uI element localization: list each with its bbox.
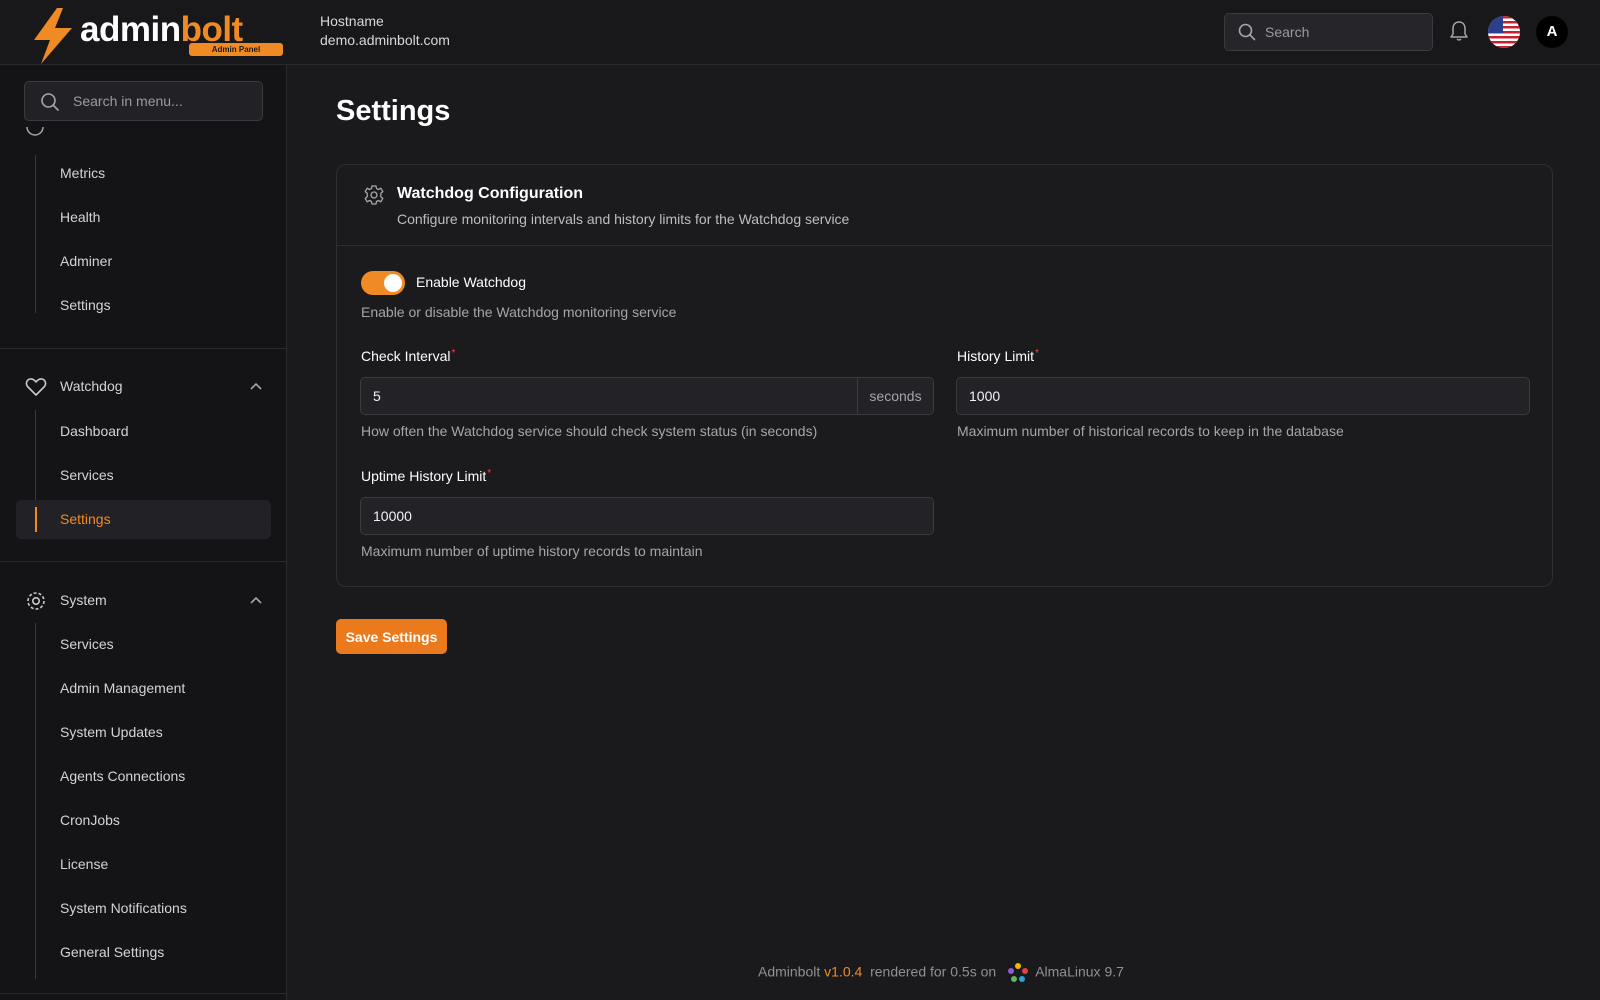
sidebar-group-system-label: System — [60, 592, 107, 608]
check-interval-help: How often the Watchdog service should ch… — [361, 423, 818, 439]
monitor-group-icon — [26, 127, 44, 136]
sidebar-group-watchdog[interactable]: Watchdog — [24, 375, 264, 399]
seconds-suffix: seconds — [857, 378, 933, 414]
sidebar-group-system[interactable]: System — [24, 589, 264, 613]
sidebar-item-cronjobs[interactable]: CronJobs — [60, 812, 120, 828]
active-indicator — [35, 507, 37, 532]
save-settings-button[interactable]: Save Settings — [336, 619, 447, 654]
footer-rendered-text: rendered for 0.5s on — [870, 963, 997, 980]
almalinux-logo-icon — [1008, 963, 1029, 982]
enable-watchdog-help: Enable or disable the Watchdog monitorin… — [361, 304, 677, 320]
sidebar-item-system-services[interactable]: Services — [60, 636, 114, 652]
user-avatar[interactable]: A — [1536, 16, 1568, 48]
sidebar-item-agents-connections[interactable]: Agents Connections — [60, 768, 185, 784]
check-interval-input[interactable] — [373, 378, 843, 414]
check-interval-field[interactable]: seconds — [360, 377, 934, 415]
gear-icon — [27, 592, 45, 610]
hostname-label: Hostname — [320, 13, 384, 29]
history-limit-field[interactable] — [956, 377, 1530, 415]
card-description: Configure monitoring intervals and histo… — [397, 211, 850, 227]
uptime-history-limit-label: Uptime History Limit* — [361, 468, 492, 484]
page-title: Settings — [336, 95, 451, 127]
admin-panel-badge: Admin Panel — [189, 43, 283, 56]
enable-watchdog-toggle[interactable] — [361, 271, 405, 295]
chevron-up-icon[interactable] — [248, 593, 264, 609]
enable-watchdog-label: Enable Watchdog — [416, 274, 526, 290]
heart-icon — [25, 378, 47, 396]
footer-version[interactable]: v1.0.4 — [824, 964, 862, 980]
global-search-input[interactable] — [1265, 14, 1425, 50]
bell-icon[interactable] — [1449, 20, 1469, 42]
hostname-block: Hostname demo.adminbolt.com — [320, 12, 450, 50]
sidebar-item-adminer[interactable]: Adminer — [60, 253, 112, 269]
chevron-up-icon[interactable] — [248, 379, 264, 395]
sidebar-item-admin-management[interactable]: Admin Management — [60, 680, 185, 696]
sidebar-item-health[interactable]: Health — [60, 209, 100, 225]
footer-app-name: Adminbolt — [758, 963, 821, 980]
us-flag-icon[interactable] — [1488, 16, 1520, 48]
uptime-history-limit-help: Maximum number of uptime history records… — [361, 543, 703, 559]
watchdog-config-card: Watchdog Configuration Configure monitor… — [336, 164, 1553, 587]
sidebar-item-license[interactable]: License — [60, 856, 108, 872]
check-interval-label: Check Interval* — [361, 348, 456, 364]
sidebar-item-watchdog-services[interactable]: Services — [60, 467, 114, 483]
sidebar-item-label: Settings — [60, 511, 111, 527]
menu-search[interactable] — [24, 81, 263, 121]
required-mark: * — [451, 348, 456, 359]
sidebar: Metrics Health Adminer Settings Watchdog… — [0, 65, 287, 1000]
sidebar-item-settings[interactable]: Settings — [60, 297, 111, 313]
history-limit-input[interactable] — [969, 378, 1484, 414]
hostname-value: demo.adminbolt.com — [320, 32, 450, 48]
lightning-bolt-icon — [34, 8, 72, 64]
sidebar-divider — [0, 561, 286, 562]
sidebar-item-watchdog-settings[interactable]: Settings — [16, 500, 271, 539]
footer-os: AlmaLinux 9.7 — [1035, 963, 1124, 980]
required-mark: * — [487, 468, 492, 479]
uptime-history-limit-field[interactable] — [360, 497, 934, 535]
card-header: Watchdog Configuration Configure monitor… — [337, 165, 1552, 246]
sidebar-item-system-updates[interactable]: System Updates — [60, 724, 163, 740]
menu-search-input[interactable] — [73, 82, 253, 120]
history-limit-help: Maximum number of historical records to … — [957, 423, 1344, 439]
submenu-line — [35, 623, 36, 979]
search-icon — [41, 93, 59, 111]
required-mark: * — [1035, 348, 1039, 359]
submenu-line — [35, 155, 36, 313]
sidebar-item-watchdog-dashboard[interactable]: Dashboard — [60, 423, 129, 439]
sidebar-item-system-notifications[interactable]: System Notifications — [60, 900, 187, 916]
toggle-knob — [384, 274, 402, 292]
top-bar: adminbolt Admin Panel Hostname demo.admi… — [0, 0, 1600, 65]
sidebar-group-watchdog-label: Watchdog — [60, 378, 123, 394]
search-icon — [1238, 23, 1256, 41]
gear-icon — [364, 185, 384, 205]
history-limit-label: History Limit* — [957, 348, 1039, 364]
uptime-history-limit-input[interactable] — [373, 498, 888, 534]
sidebar-item-general-settings[interactable]: General Settings — [60, 944, 164, 960]
sidebar-item-metrics[interactable]: Metrics — [60, 165, 105, 181]
sidebar-divider — [0, 348, 286, 349]
footer: Adminbolt v1.0.4 rendered for 0.5s on Al… — [758, 961, 1124, 985]
global-search[interactable] — [1224, 13, 1433, 51]
sidebar-divider — [0, 993, 286, 994]
card-title: Watchdog Configuration — [397, 185, 584, 202]
adminbolt-logo[interactable]: adminbolt Admin Panel — [30, 6, 283, 64]
